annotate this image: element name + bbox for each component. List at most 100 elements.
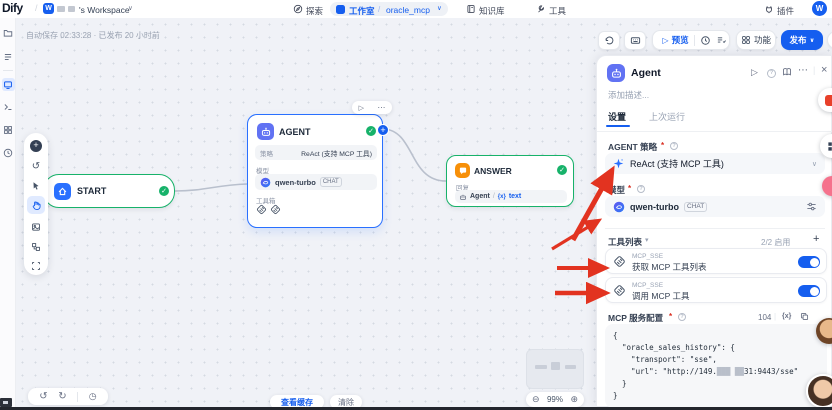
- nav-explore[interactable]: 探索: [306, 5, 323, 17]
- minimap-node: [551, 362, 560, 370]
- node-answer[interactable]: ANSWER ✓ 回复 Agent / {x} text: [446, 155, 574, 207]
- chevron-down-icon[interactable]: ∨: [128, 4, 133, 12]
- tools-label: 工具列表: [608, 237, 643, 247]
- node-agent[interactable]: AGENT ✓ + 策略 ReAct (支持 MCP 工具) 模型 qwen-t…: [247, 114, 389, 228]
- tool-item[interactable]: MCP_SSE 获取 MCP 工具列表: [605, 248, 827, 274]
- add-next-node-icon[interactable]: +: [377, 124, 389, 136]
- code-line: }: [613, 391, 618, 400]
- nav-studio[interactable]: 工作室: [349, 5, 375, 17]
- tool-enabled-toggle[interactable]: [798, 256, 820, 268]
- sidebar-list-icon[interactable]: [3, 52, 13, 62]
- undo-icon[interactable]: ↺: [39, 391, 47, 402]
- tab-settings[interactable]: 设置: [608, 110, 626, 123]
- required-mark: *: [669, 312, 673, 321]
- code-line: }: [613, 379, 627, 388]
- model-params-icon[interactable]: [806, 201, 817, 212]
- redo-icon[interactable]: ↻: [58, 391, 66, 402]
- config-info-icon[interactable]: ?: [678, 313, 686, 321]
- zoom-level[interactable]: 99%: [547, 395, 563, 404]
- features-button[interactable]: 功能: [736, 30, 776, 50]
- publish-button[interactable]: 发布 ∨: [781, 30, 823, 50]
- shortcuts-icon[interactable]: [624, 31, 646, 50]
- panel-info-icon[interactable]: ?: [767, 68, 776, 78]
- ref-node-name: Agent: [470, 193, 490, 200]
- panel-close-icon[interactable]: ×: [821, 64, 827, 76]
- qwen-model-icon: [613, 201, 625, 212]
- sidebar-apps-icon[interactable]: [3, 80, 13, 90]
- nav-knowledge[interactable]: 知识库: [479, 5, 505, 17]
- answer-node-title: ANSWER: [474, 166, 512, 176]
- sidebar-folder-icon[interactable]: [3, 28, 13, 38]
- history-bar: ↺ ↻ ◷: [28, 388, 108, 405]
- model-field[interactable]: qwen-turbo CHAT: [605, 196, 825, 217]
- preview-play-icon[interactable]: ▷: [662, 36, 668, 45]
- panel-docs-icon[interactable]: [782, 67, 792, 77]
- plugins-icon: [764, 4, 774, 14]
- workspace-name[interactable]: 's Workspace: [79, 5, 130, 15]
- workspace-badge[interactable]: W: [43, 3, 54, 14]
- checklist-icon[interactable]: [716, 35, 727, 46]
- studio-slash: /: [378, 4, 381, 14]
- sidebar-grid-icon[interactable]: [3, 125, 13, 135]
- mcp-config-editor[interactable]: { "oracle_sales_history": { "transport":…: [605, 324, 827, 408]
- chevron-down-icon[interactable]: ∨: [437, 4, 442, 12]
- tool-mini-icon: [270, 204, 281, 215]
- insert-variable-icon[interactable]: {x}: [782, 313, 791, 320]
- tools-caret-icon[interactable]: ▾: [645, 236, 649, 244]
- strategy-info-icon[interactable]: ?: [670, 142, 678, 150]
- code-line: "oracle_sales_history": {: [613, 343, 735, 352]
- panel-run-icon[interactable]: ▷: [751, 67, 758, 78]
- nav-tools[interactable]: 工具: [549, 5, 566, 17]
- qr-icon: [827, 141, 832, 151]
- pointer-mode-icon[interactable]: [29, 179, 43, 193]
- add-tool-icon[interactable]: +: [813, 233, 819, 245]
- autosave-status: 自动保存 02:33:28 · 已发布 20 小时前: [26, 31, 160, 40]
- back-icon[interactable]: ↺: [29, 159, 43, 173]
- hand-mode-icon[interactable]: [29, 198, 43, 212]
- tool-item[interactable]: MCP_SSE 调用 MCP 工具: [605, 277, 827, 303]
- node-more-icon[interactable]: ⋯: [377, 103, 385, 112]
- agent-node-icon: [257, 123, 274, 140]
- run-node-icon[interactable]: ▷: [359, 104, 364, 112]
- copy-icon[interactable]: [800, 312, 809, 321]
- user-avatar[interactable]: W: [812, 1, 827, 16]
- zoom-in-icon[interactable]: ⊕: [570, 394, 578, 405]
- variable-icon: {x}: [497, 193, 506, 200]
- explore-icon: [293, 4, 303, 14]
- agent-node-toolbar: ▷ ⋯: [352, 101, 392, 114]
- tab-last-run[interactable]: 上次运行: [649, 110, 685, 123]
- model-mode-badge: CHAT: [684, 201, 708, 212]
- floating-avatar[interactable]: [806, 374, 832, 408]
- zoom-control: ⊖ 99% ⊕: [526, 392, 584, 407]
- answer-success-icon: ✓: [557, 165, 567, 175]
- sidebar-terminal-icon[interactable]: [3, 102, 13, 112]
- panel-more-icon[interactable]: ⋯: [798, 65, 808, 76]
- red-app-icon: [824, 94, 832, 106]
- preview-button[interactable]: 预览: [672, 34, 689, 46]
- sidebar-clock-icon[interactable]: [3, 148, 13, 158]
- strategy-field[interactable]: ReAct (支持 MCP 工具) ∨: [605, 153, 825, 174]
- model-mode-badge: CHAT: [319, 177, 342, 187]
- code-line: {: [613, 331, 618, 340]
- tabs-divider: [597, 131, 832, 132]
- nav-plugins[interactable]: 插件: [777, 5, 794, 17]
- version-history-icon[interactable]: ◷: [89, 391, 97, 402]
- add-node-icon[interactable]: +: [29, 139, 43, 153]
- app-icon: [336, 4, 345, 14]
- node-start[interactable]: START ✓: [43, 174, 175, 208]
- run-history-icon[interactable]: [700, 35, 711, 46]
- zoom-out-icon[interactable]: ⊖: [532, 394, 540, 405]
- model-info-icon[interactable]: ?: [637, 185, 645, 193]
- panel-title: Agent: [631, 67, 661, 79]
- export-image-icon[interactable]: [29, 220, 43, 234]
- minimap[interactable]: [526, 349, 584, 389]
- description-placeholder[interactable]: 添加描述...: [608, 89, 649, 101]
- panel-agent-icon: [607, 64, 625, 82]
- tidy-layout-icon[interactable]: [29, 240, 43, 254]
- restore-icon[interactable]: [598, 31, 620, 50]
- tool-enabled-toggle[interactable]: [798, 285, 820, 297]
- current-app-name[interactable]: oracle_mcp: [386, 5, 430, 15]
- fit-view-icon[interactable]: [29, 259, 43, 273]
- agent-config-panel: Agent ▷ ? ⋯ | × 添加描述... 设置 上次运行 AGENT 策略…: [596, 55, 832, 408]
- model-name: qwen-turbo: [630, 201, 679, 212]
